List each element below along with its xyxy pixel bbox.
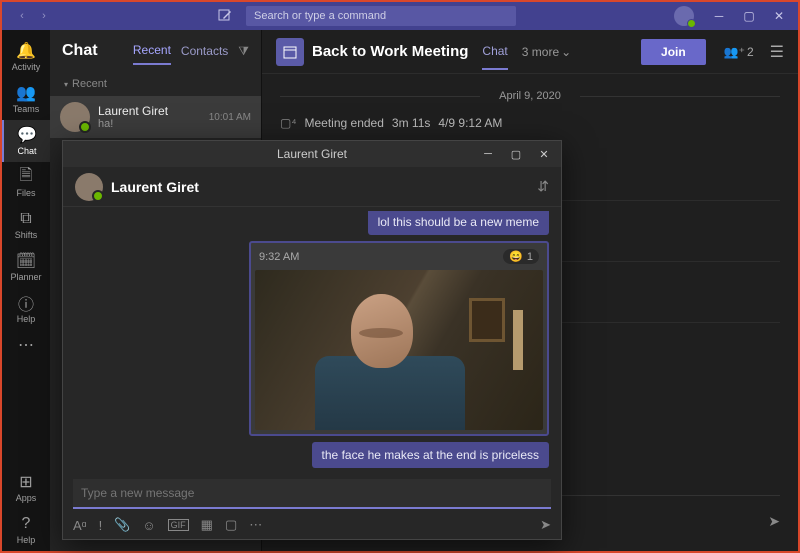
calendar-icon xyxy=(276,38,304,66)
planner-icon: 🗓 xyxy=(16,252,36,270)
gif-icon[interactable]: GIF xyxy=(168,519,189,531)
message-bubble[interactable]: lol this should be a new meme xyxy=(368,211,549,235)
org-chart-icon[interactable]: ⇵ xyxy=(537,178,549,195)
send-icon[interactable]: ➤ xyxy=(540,517,551,533)
search-input[interactable]: Search or type a command xyxy=(246,6,516,26)
meeting-tab-chat[interactable]: Chat xyxy=(482,34,507,70)
media-message[interactable]: 9:32 AM 😄 1 xyxy=(249,241,549,436)
rail-files[interactable]: 🗎Files xyxy=(2,162,50,204)
filter-icon[interactable]: ⧩ xyxy=(238,44,249,59)
meeting-header: Back to Work Meeting Chat 3 more ⌄ Join … xyxy=(262,30,798,74)
conversation-time: 10:01 AM xyxy=(209,112,251,123)
send-icon[interactable]: ➤ xyxy=(768,513,780,530)
message-bubble[interactable]: the face he makes at the end is priceles… xyxy=(312,442,549,468)
video-icon: ▢⁴ xyxy=(280,116,297,130)
file-icon: 🗎 xyxy=(20,168,33,186)
chat-list-title: Chat xyxy=(62,42,98,60)
rail-shifts[interactable]: ⧉Shifts xyxy=(2,204,50,246)
bell-icon: 🔔 xyxy=(16,42,36,60)
people-icon: 👥⁺ xyxy=(724,45,745,59)
popout-titlebar: Laurent Giret ─ ▢ ✕ xyxy=(63,141,561,167)
conversation-name: Laurent Giret xyxy=(98,104,201,118)
tab-recent[interactable]: Recent xyxy=(133,37,171,65)
attach-icon[interactable]: 📎 xyxy=(114,517,130,533)
gif-attachment[interactable] xyxy=(255,270,543,430)
nav-back-button[interactable]: ‹ xyxy=(12,6,32,26)
shifts-icon: ⧉ xyxy=(20,210,31,228)
join-button[interactable]: Join xyxy=(641,39,706,65)
more-icon[interactable]: ⋯ xyxy=(249,517,262,533)
meeting-more-tabs[interactable]: 3 more ⌄ xyxy=(522,45,571,59)
app-rail: 🔔Activity 👥Teams 💬Chat 🗎Files ⧉Shifts 🗓P… xyxy=(2,30,50,551)
window-minimize-button[interactable]: ─ xyxy=(704,4,734,28)
laugh-emoji-icon: 😄 xyxy=(509,250,523,263)
nav-forward-button[interactable]: › xyxy=(34,6,54,26)
meeting-title: Back to Work Meeting xyxy=(312,43,468,60)
help-icon: ? xyxy=(22,515,31,533)
current-user-avatar[interactable] xyxy=(674,6,694,26)
titlebar: ‹ › Search or type a command ─ ▢ ✕ xyxy=(2,2,798,30)
format-icon[interactable]: Aᵅ xyxy=(73,518,87,533)
participants-button[interactable]: 👥⁺2 xyxy=(724,45,754,59)
priority-icon[interactable]: ! xyxy=(99,518,103,533)
rail-more[interactable]: ⋯ xyxy=(2,330,50,360)
chevron-down-icon: ⌄ xyxy=(561,45,571,59)
sticker-icon[interactable]: ▦ xyxy=(201,517,213,533)
meeting-icon[interactable]: ▢ xyxy=(225,517,237,533)
section-recent[interactable]: Recent xyxy=(50,72,261,96)
message-list: lol this should be a new meme 9:32 AM 😄 … xyxy=(63,207,561,473)
rail-activity[interactable]: 🔔Activity xyxy=(2,36,50,78)
rail-apps[interactable]: ⊞Apps xyxy=(2,467,50,509)
popout-minimize-button[interactable]: ─ xyxy=(475,143,501,165)
message-time: 9:32 AM xyxy=(259,251,299,263)
compose-toolbar: Aᵅ ! 📎 ☺ GIF ▦ ▢ ⋯ ➤ xyxy=(63,513,561,539)
list-icon[interactable]: ☰ xyxy=(770,42,784,62)
window-maximize-button[interactable]: ▢ xyxy=(734,4,764,28)
conversation-preview: ha! xyxy=(98,118,201,130)
rail-planner[interactable]: 🗓Planner xyxy=(2,246,50,288)
people-icon: 👥 xyxy=(16,84,36,102)
avatar xyxy=(75,173,103,201)
help-icon: ⓘ xyxy=(18,294,34,312)
rail-help[interactable]: ⓘHelp xyxy=(2,288,50,330)
chat-icon: 💬 xyxy=(17,126,37,144)
popout-maximize-button[interactable]: ▢ xyxy=(503,143,529,165)
avatar xyxy=(60,102,90,132)
window-close-button[interactable]: ✕ xyxy=(764,4,794,28)
rail-chat[interactable]: 💬Chat xyxy=(2,120,50,162)
popout-contact-name: Laurent Giret xyxy=(111,179,199,195)
chat-popout-window: Laurent Giret ─ ▢ ✕ Laurent Giret ⇵ lol … xyxy=(62,140,562,540)
emoji-icon[interactable]: ☺ xyxy=(142,518,155,533)
compose-input[interactable] xyxy=(73,479,551,509)
tab-contacts[interactable]: Contacts xyxy=(181,38,228,64)
rail-teams[interactable]: 👥Teams xyxy=(2,78,50,120)
ellipsis-icon: ⋯ xyxy=(18,336,34,354)
apps-icon: ⊞ xyxy=(19,473,32,491)
search-placeholder: Search or type a command xyxy=(254,10,386,22)
date-separator: April 9, 2020 xyxy=(280,90,780,102)
rail-help-bottom[interactable]: ?Help xyxy=(2,509,50,551)
popout-close-button[interactable]: ✕ xyxy=(531,143,557,165)
meeting-ended-event: ▢⁴ Meeting ended 3m 11s 4/9 9:12 AM xyxy=(280,112,780,140)
reaction-pill[interactable]: 😄 1 xyxy=(503,249,539,264)
compose-icon[interactable] xyxy=(214,5,236,27)
conversation-item[interactable]: Laurent Giret ha! 10:01 AM xyxy=(50,96,261,138)
